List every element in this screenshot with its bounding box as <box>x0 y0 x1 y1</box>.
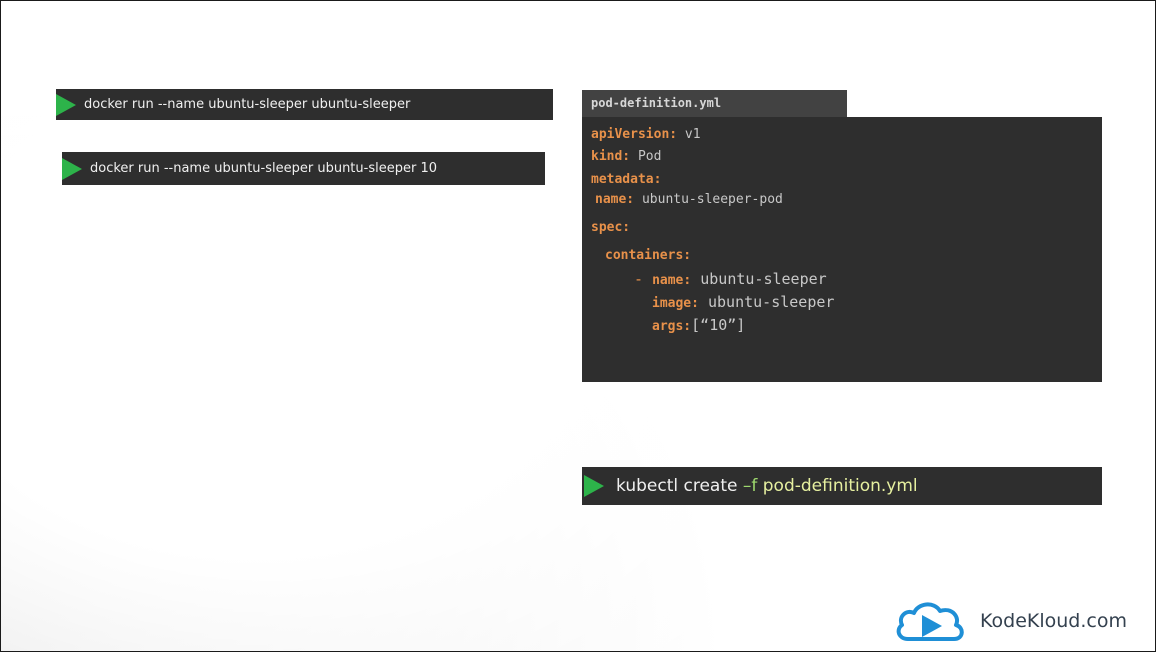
yaml-line-container-name: - name: ubuntu-sleeper <box>634 270 827 288</box>
yaml-code-block: apiVersion: v1 kind: Pod metadata: name:… <box>582 117 1102 382</box>
yaml-filename-tab: pod-definition.yml <box>582 90 847 117</box>
yaml-line-spec: spec: <box>591 220 631 235</box>
kodekloud-brand: KodeKloud.com <box>894 599 1127 643</box>
play-icon <box>584 475 604 497</box>
yaml-line-kind: kind: Pod <box>591 149 662 164</box>
yaml-line-apiversion: apiVersion: v1 <box>591 127 701 142</box>
yaml-line-name: name: ubuntu-sleeper-pod <box>595 192 783 207</box>
play-icon <box>62 157 82 180</box>
play-icon <box>56 93 76 116</box>
kubectl-create-command: kubectl create –f pod-definition.yml <box>616 476 918 496</box>
yaml-line-containers: containers: <box>605 248 692 263</box>
yaml-line-args: args:[“10”] <box>652 316 746 334</box>
yaml-line-image: image: ubuntu-sleeper <box>652 293 835 311</box>
docker-run-terminal: docker run --name ubuntu-sleeper ubuntu-… <box>56 89 553 120</box>
docker-run-args-terminal: docker run --name ubuntu-sleeper ubuntu-… <box>62 152 545 185</box>
brand-name: KodeKloud.com <box>980 610 1127 632</box>
docker-run-args-command: docker run --name ubuntu-sleeper ubuntu-… <box>90 161 437 176</box>
docker-run-command: docker run --name ubuntu-sleeper ubuntu-… <box>84 97 411 112</box>
yaml-line-metadata: metadata: <box>591 172 662 187</box>
slide: docker run --name ubuntu-sleeper ubuntu-… <box>0 0 1156 652</box>
kubectl-create-terminal: kubectl create –f pod-definition.yml <box>582 467 1102 505</box>
kodekloud-logo-icon <box>896 602 964 641</box>
